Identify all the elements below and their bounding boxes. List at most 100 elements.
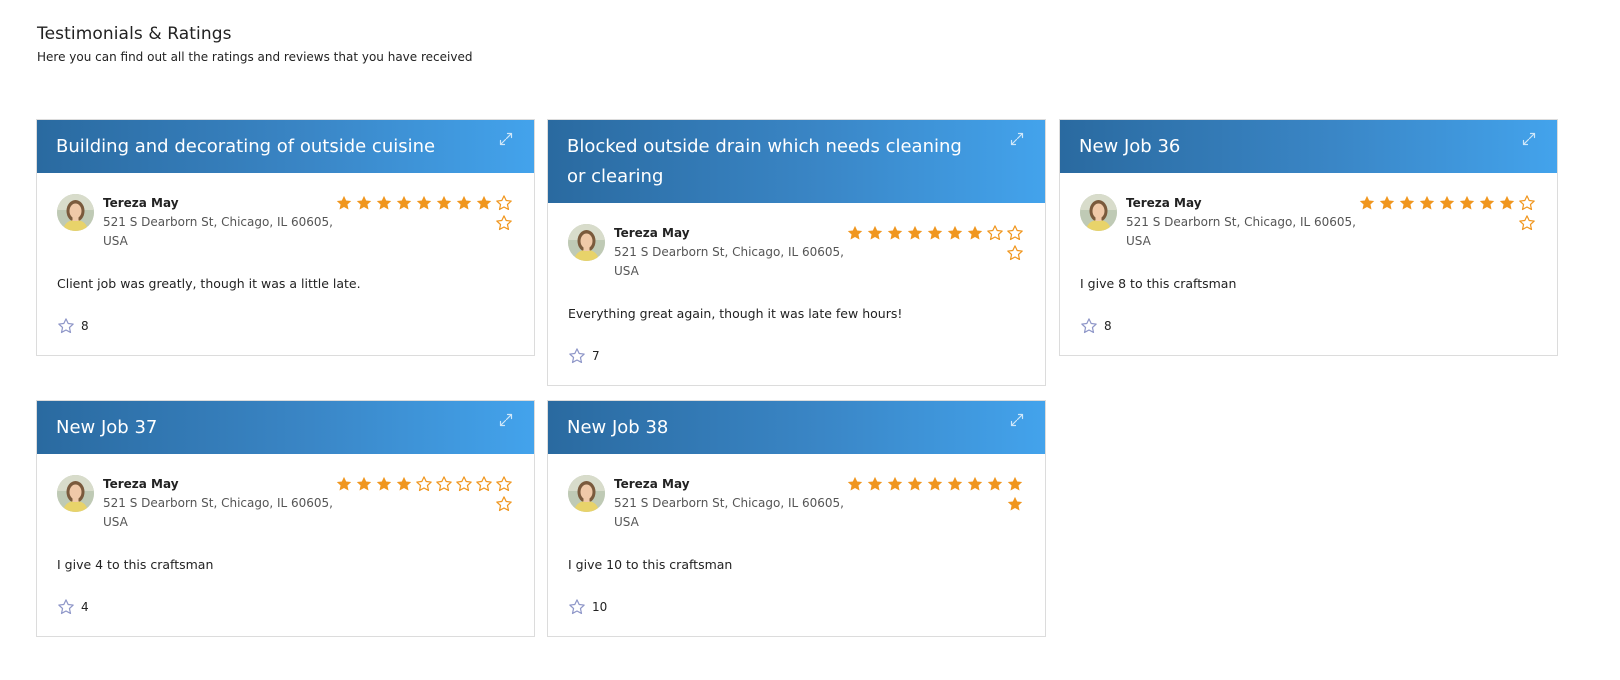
card-header: Building and decorating of outside cuisi…	[37, 120, 534, 173]
review-comment: Client job was greatly, though it was a …	[57, 276, 361, 291]
rating-summary: 10	[568, 598, 1025, 616]
star-outline-icon[interactable]	[568, 347, 586, 365]
rating-summary: 8	[57, 317, 514, 335]
star-outline-icon	[1005, 223, 1025, 243]
star-filled-icon	[905, 223, 925, 243]
page-header: Testimonials & Ratings Here you can find…	[37, 24, 472, 64]
reviewer-row: Tereza May 521 S Dearborn St, Chicago, I…	[57, 194, 514, 272]
star-outline-icon[interactable]	[1080, 317, 1098, 335]
testimonial-card: Blocked outside drain which needs cleani…	[547, 119, 1046, 386]
star-filled-icon	[1357, 193, 1377, 213]
star-filled-icon	[394, 474, 414, 494]
testimonial-card: New Job 37 Tereza May 521 S Dearborn St,…	[36, 400, 535, 637]
reviewer-info: Tereza May 521 S Dearborn St, Chicago, I…	[614, 475, 846, 532]
star-filled-icon	[925, 223, 945, 243]
review-comment: I give 4 to this craftsman	[57, 557, 214, 572]
reviewer-address: 521 S Dearborn St, Chicago, IL 60605, US…	[614, 245, 844, 278]
reviewer-name: Tereza May	[1126, 196, 1202, 210]
review-comment: I give 10 to this craftsman	[568, 557, 733, 572]
rating-summary: 8	[1080, 317, 1537, 335]
page-title: Testimonials & Ratings	[37, 24, 232, 44]
testimonial-card: Building and decorating of outside cuisi…	[36, 119, 535, 356]
rating-count: 7	[592, 349, 600, 363]
star-filled-icon	[945, 474, 965, 494]
star-filled-icon	[945, 223, 965, 243]
star-filled-icon	[905, 474, 925, 494]
job-title: New Job 37	[56, 417, 158, 438]
reviewer-info: Tereza May 521 S Dearborn St, Chicago, I…	[614, 224, 846, 281]
rating-summary: 7	[568, 347, 1025, 365]
page-subtitle: Here you can find out all the ratings an…	[37, 50, 473, 64]
expand-arrows-icon[interactable]	[498, 131, 514, 147]
expand-arrows-icon[interactable]	[1009, 412, 1025, 428]
rating-count: 8	[1104, 319, 1112, 333]
reviewer-info: Tereza May 521 S Dearborn St, Chicago, I…	[103, 194, 335, 251]
rating-summary: 4	[57, 598, 514, 616]
star-outline-icon[interactable]	[568, 598, 586, 616]
star-filled-icon	[1377, 193, 1397, 213]
star-filled-icon	[1005, 494, 1025, 514]
avatar	[568, 475, 605, 512]
reviewer-address: 521 S Dearborn St, Chicago, IL 60605, US…	[1126, 215, 1356, 248]
star-filled-icon	[885, 223, 905, 243]
card-header: Blocked outside drain which needs cleani…	[548, 120, 1045, 203]
star-rating	[839, 223, 1025, 263]
job-title: New Job 38	[567, 417, 669, 438]
reviewer-name: Tereza May	[103, 196, 179, 210]
expand-arrows-icon[interactable]	[1009, 131, 1025, 147]
avatar	[57, 475, 94, 512]
avatar	[57, 194, 94, 231]
reviewer-name: Tereza May	[614, 477, 690, 491]
star-filled-icon	[1397, 193, 1417, 213]
star-outline-icon	[414, 474, 434, 494]
star-filled-icon	[965, 223, 985, 243]
star-rating	[328, 193, 514, 233]
card-header: New Job 37	[37, 401, 534, 454]
card-body: Tereza May 521 S Dearborn St, Chicago, I…	[548, 454, 1045, 636]
star-outline-icon	[494, 494, 514, 514]
star-filled-icon	[334, 193, 354, 213]
rating-count: 8	[81, 319, 89, 333]
star-outline-icon[interactable]	[57, 598, 75, 616]
rating-count: 4	[81, 600, 89, 614]
star-filled-icon	[374, 474, 394, 494]
star-filled-icon	[374, 193, 394, 213]
star-filled-icon	[865, 223, 885, 243]
star-filled-icon	[925, 474, 945, 494]
star-filled-icon	[354, 474, 374, 494]
expand-arrows-icon[interactable]	[1521, 131, 1537, 147]
reviewer-address: 521 S Dearborn St, Chicago, IL 60605, US…	[103, 496, 333, 529]
job-title: New Job 36	[1079, 136, 1181, 157]
star-filled-icon	[1005, 474, 1025, 494]
card-body: Tereza May 521 S Dearborn St, Chicago, I…	[37, 173, 534, 355]
star-outline-icon	[494, 474, 514, 494]
star-rating	[839, 474, 1025, 514]
rating-count: 10	[592, 600, 608, 614]
star-filled-icon	[1477, 193, 1497, 213]
reviewer-row: Tereza May 521 S Dearborn St, Chicago, I…	[568, 475, 1025, 553]
star-outline-icon	[1005, 243, 1025, 263]
star-filled-icon	[885, 474, 905, 494]
star-filled-icon	[334, 474, 354, 494]
star-filled-icon	[474, 193, 494, 213]
reviewer-info: Tereza May 521 S Dearborn St, Chicago, I…	[103, 475, 335, 532]
star-outline-icon	[494, 193, 514, 213]
expand-arrows-icon[interactable]	[498, 412, 514, 428]
card-body: Tereza May 521 S Dearborn St, Chicago, I…	[548, 203, 1045, 385]
reviewer-address: 521 S Dearborn St, Chicago, IL 60605, US…	[103, 215, 333, 248]
star-outline-icon[interactable]	[57, 317, 75, 335]
star-filled-icon	[354, 193, 374, 213]
star-outline-icon	[474, 474, 494, 494]
avatar	[1080, 194, 1117, 231]
card-header: New Job 36	[1060, 120, 1557, 173]
star-filled-icon	[1437, 193, 1457, 213]
job-title: Blocked outside drain which needs cleani…	[567, 136, 962, 187]
avatar	[568, 224, 605, 261]
star-outline-icon	[1517, 213, 1537, 233]
job-title: Building and decorating of outside cuisi…	[56, 136, 436, 157]
star-filled-icon	[1497, 193, 1517, 213]
star-rating	[328, 474, 514, 514]
star-filled-icon	[414, 193, 434, 213]
reviewer-row: Tereza May 521 S Dearborn St, Chicago, I…	[568, 224, 1025, 302]
star-filled-icon	[394, 193, 414, 213]
